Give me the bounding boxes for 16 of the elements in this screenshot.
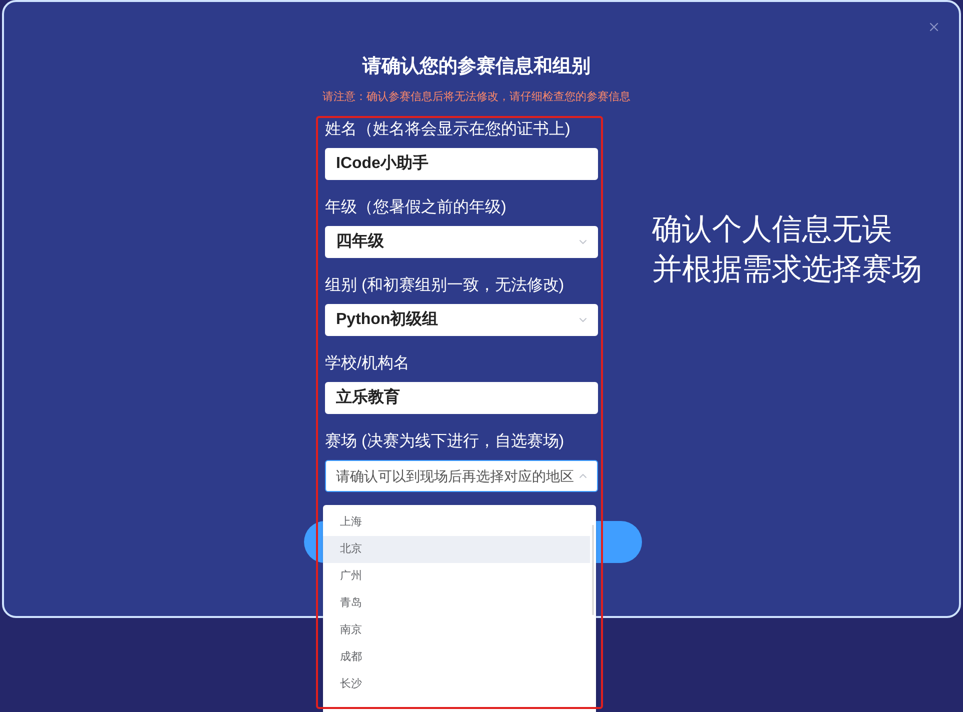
field-label: 学校/机构名 [325, 354, 410, 374]
select-field[interactable]: 四年级 [325, 226, 598, 258]
field-label: 组别 (和初赛组别一致，无法修改) [325, 276, 566, 296]
close-button[interactable] [927, 20, 941, 34]
select-field[interactable]: 请确认可以到现场后再选择对应的地区 [325, 460, 598, 492]
notice-text: 请注意：确认参赛信息后将无法修改，请仔细检查您的参赛信息 [322, 90, 630, 105]
dropdown-option[interactable]: 北京 [323, 536, 590, 563]
field-label: 赛场 (决赛为线下进行，自选赛场) [325, 432, 566, 452]
annotation-line: 并根据需求选择赛场 [652, 252, 922, 288]
select-field[interactable]: Python初级组 [325, 304, 598, 336]
dialog-title: 请确认您的参赛信息和组别 [362, 54, 590, 79]
input-field[interactable]: ICode小助手 [325, 148, 598, 180]
annotation-line: 确认个人信息无误 [652, 212, 893, 248]
field-label: 姓名（姓名将会显示在您的证书上) [325, 120, 572, 140]
input-field[interactable]: 立乐教育 [325, 382, 598, 414]
field-label: 年级（您暑假之前的年级) [325, 198, 508, 218]
